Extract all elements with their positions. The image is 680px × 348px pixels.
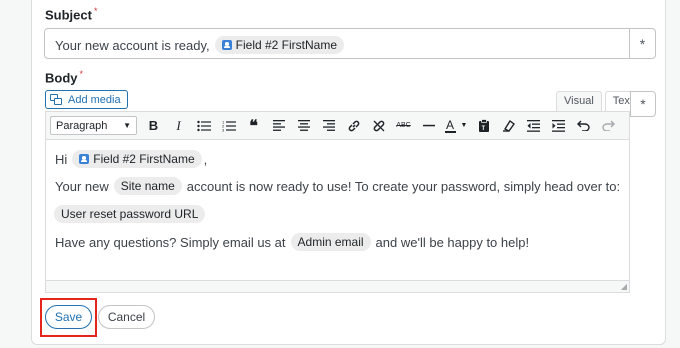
horizontal-line-icon[interactable] [416,114,441,138]
bold-icon[interactable]: B [141,114,166,138]
clear-formatting-icon[interactable] [496,114,521,138]
dropdown-arrow-icon: ▼ [123,121,131,130]
admin-email-tag[interactable]: Admin email [290,233,371,251]
dropdown-arrow-icon: ▼ [460,122,468,129]
align-center-icon[interactable] [291,114,316,138]
align-left-icon[interactable] [266,114,291,138]
subject-smart-tag-button[interactable]: * [629,29,655,58]
bullet-list-icon[interactable] [191,114,216,138]
undo-icon[interactable] [571,114,596,138]
reset-password-url-tag[interactable]: User reset password URL [54,205,206,223]
cancel-button[interactable]: Cancel [98,305,155,329]
rich-text-editor[interactable]: Paragraph ▼ B I 123 ❝ ABC A ▼ T Hi Field… [45,111,630,293]
redo-icon[interactable] [596,114,621,138]
add-media-button[interactable]: Add media [45,90,128,109]
body-smart-tag-button[interactable]: * [630,91,656,117]
subject-prefix-text: Your new account is ready, [55,37,210,53]
subject-label: Subject * [45,6,98,23]
tab-visual[interactable]: Visual [556,91,602,111]
content-line: Hi Field #2 FirstName , [55,150,208,168]
outdent-icon[interactable] [521,114,546,138]
content-line: Your new Site name account is now ready … [55,177,621,195]
blockquote-icon[interactable]: ❝ [241,114,266,138]
highlight-box [40,298,97,337]
user-icon [221,40,232,50]
numbered-list-icon[interactable]: 123 [216,114,241,138]
subject-field-tag[interactable]: Field #2 FirstName [214,36,345,54]
user-icon [79,154,90,164]
site-name-tag[interactable]: Site name [113,177,182,195]
content-line: User reset password URL [54,204,206,224]
content-line: Have any questions? Simply email us at A… [55,233,530,251]
italic-icon[interactable]: I [166,114,191,138]
svg-text:3: 3 [222,127,225,132]
paste-text-icon[interactable]: T [471,114,496,138]
required-mark: * [93,6,98,16]
subject-input[interactable]: Your new account is ready, Field #2 Firs… [44,28,656,59]
indent-icon[interactable] [546,114,571,138]
strikethrough-icon[interactable]: ABC [391,114,416,138]
svg-text:T: T [481,126,485,132]
align-right-icon[interactable] [316,114,341,138]
editor-toolbar: Paragraph ▼ B I 123 ❝ ABC A ▼ T [46,112,629,140]
resize-handle-icon[interactable]: ◢ [621,282,627,291]
body-label: Body * [45,69,84,86]
editor-statusbar: ◢ [46,280,629,292]
unlink-icon[interactable] [366,114,391,138]
media-icon [50,94,63,105]
text-color-icon[interactable]: A ▼ [441,114,471,138]
firstname-tag[interactable]: Field #2 FirstName [72,150,202,168]
link-icon[interactable] [341,114,366,138]
format-select[interactable]: Paragraph ▼ [50,116,137,135]
required-mark: * [79,69,84,79]
